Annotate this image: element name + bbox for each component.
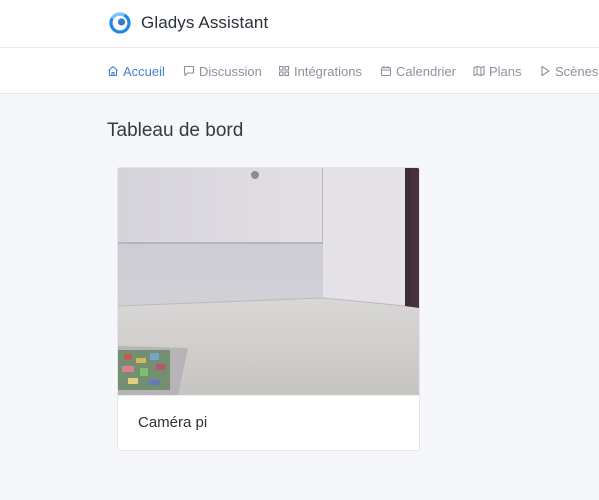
nav-item-calendrier[interactable]: Calendrier — [380, 48, 456, 93]
nav-item-label: Intégrations — [294, 63, 362, 79]
play-icon — [541, 65, 550, 77]
brand[interactable]: Gladys Assistant — [109, 11, 268, 35]
page-title: Tableau de bord — [107, 120, 244, 141]
gladys-logo-icon — [109, 12, 131, 34]
card-footer: Caméra pi — [118, 395, 419, 450]
nav-item-label: Calendrier — [396, 63, 456, 79]
nav-item-label: Plans — [489, 63, 522, 79]
camera-card[interactable]: Caméra pi — [117, 167, 420, 451]
top-header: Gladys Assistant — [0, 0, 599, 48]
card-title: Caméra pi — [138, 414, 208, 431]
nav-item-integrations[interactable]: Intégrations — [278, 48, 362, 93]
nav-item-plans[interactable]: Plans — [473, 48, 522, 93]
nav-item-accueil[interactable]: Accueil — [107, 48, 165, 93]
grid-icon — [278, 65, 290, 77]
camera-snapshot-image[interactable] — [118, 168, 419, 395]
nav-item-label: Scènes — [555, 63, 599, 79]
app-name: Gladys Assistant — [141, 13, 269, 32]
map-icon — [473, 65, 485, 77]
calendar-icon — [380, 66, 392, 77]
nav-item-scenes[interactable]: Scènes — [539, 48, 599, 93]
nav-item-discussion[interactable]: Discussion — [183, 48, 262, 93]
message-icon — [183, 65, 195, 77]
nav-item-label: Discussion — [199, 63, 262, 79]
main-nav: Accueil Discussion Intégrations Calendri… — [0, 48, 599, 94]
home-icon — [108, 65, 118, 77]
nav-item-label: Accueil — [123, 63, 165, 79]
